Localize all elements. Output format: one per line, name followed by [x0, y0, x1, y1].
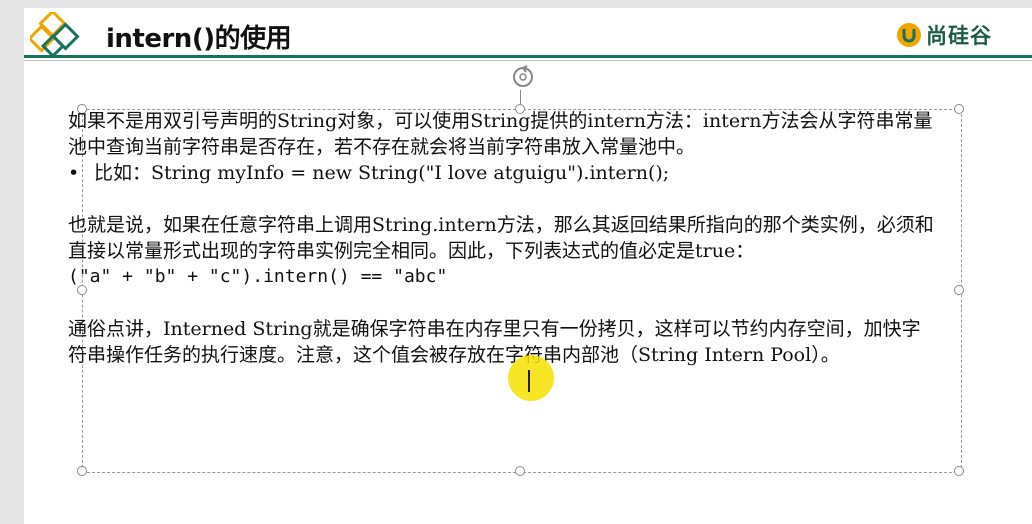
diamond-logo-icon [30, 12, 80, 58]
resize-handle-bottom[interactable] [515, 466, 525, 476]
resize-handle-right[interactable] [954, 285, 964, 295]
resize-handle-bottom-left[interactable] [77, 466, 87, 476]
cursor-highlight [508, 355, 554, 401]
brand-name: 尚硅谷 [926, 24, 992, 48]
paragraph-intern-rule: 也就是说，如果在任意字符串上调用String.intern方法，那么其返回结果所… [68, 214, 934, 262]
brand-u-icon [897, 23, 921, 47]
resize-handle-bottom-right[interactable] [954, 466, 964, 476]
brand-logo: 尚硅谷 [896, 20, 992, 50]
rotate-handle-icon[interactable] [510, 64, 536, 90]
header-rule-thin [24, 60, 1032, 61]
resize-handle-top-right[interactable] [954, 104, 964, 114]
bullet-example: • 比如：String myInfo = new String("I love … [68, 160, 934, 186]
slide-title: intern()的使用 [106, 24, 292, 54]
code-expression: ("a" + "b" + "c").intern() == "abc" [68, 266, 448, 287]
paragraph-intern-intro: 如果不是用双引号声明的String对象，可以使用String提供的intern方… [68, 110, 933, 158]
paragraph-interned-string: 通俗点讲，Interned String就是确保字符串在内存里只有一份拷贝，这样… [68, 318, 921, 366]
text-cursor [528, 370, 530, 392]
slide-body-text[interactable]: 如果不是用双引号声明的String对象，可以使用String提供的intern方… [68, 108, 934, 368]
bullet-text: 比如：String myInfo = new String("I love at… [94, 162, 670, 184]
header-rule [24, 55, 1032, 58]
bullet-symbol: • [68, 162, 80, 184]
